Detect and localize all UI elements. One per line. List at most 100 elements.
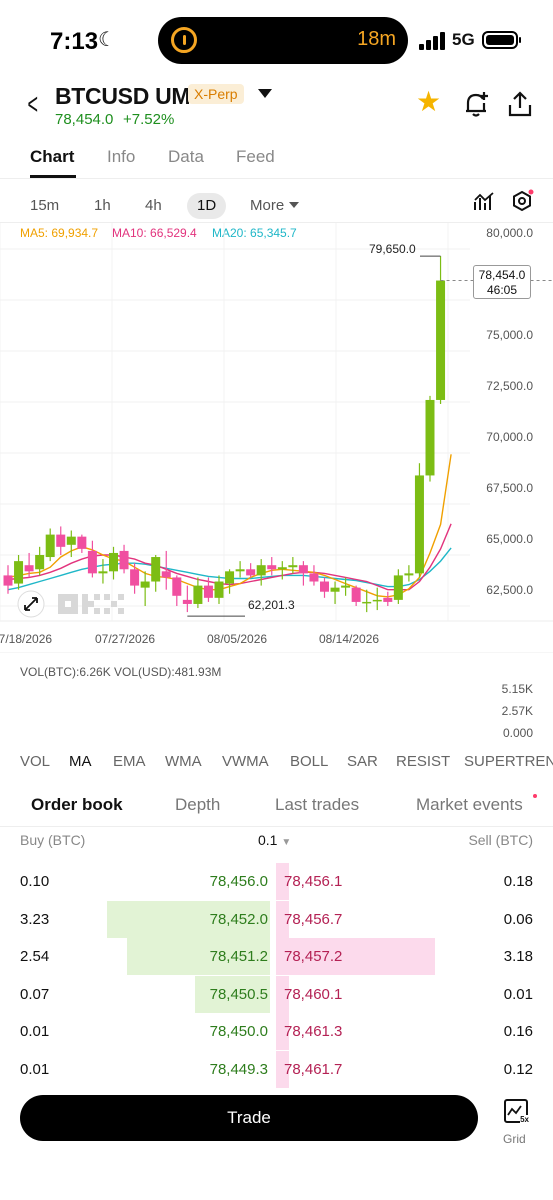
grid-bot-icon[interactable]: 5x bbox=[504, 1099, 529, 1124]
interval-15m[interactable]: 15m bbox=[30, 193, 59, 219]
indicator-boll[interactable]: BOLL bbox=[290, 753, 328, 770]
indicator-wma[interactable]: WMA bbox=[165, 753, 202, 770]
buy-quantity[interactable]: 0.07 bbox=[20, 986, 49, 1003]
y-tick: 70,000.0 bbox=[486, 430, 533, 444]
candle-body bbox=[225, 571, 235, 584]
y-tick: 65,000.0 bbox=[486, 532, 533, 546]
candle-countdown: 46:05 bbox=[486, 283, 518, 297]
sell-quantity[interactable]: 0.12 bbox=[504, 1061, 533, 1078]
candle-body bbox=[66, 536, 76, 545]
price-change: +7.52% bbox=[123, 111, 175, 128]
candle-body bbox=[267, 565, 277, 570]
sell-quantity[interactable]: 0.16 bbox=[504, 1023, 533, 1040]
indicator-ema[interactable]: EMA bbox=[113, 753, 146, 770]
buy-price[interactable]: 78,456.0 bbox=[210, 873, 268, 890]
indicator-supertrend[interactable]: SUPERTREND bbox=[464, 753, 553, 770]
candle-body bbox=[351, 587, 361, 602]
more-label: More bbox=[250, 197, 285, 214]
sell-header: Sell (BTC) bbox=[468, 832, 533, 848]
sell-quantity[interactable]: 3.18 bbox=[504, 948, 533, 965]
interval-more[interactable]: More bbox=[250, 193, 300, 219]
price-alert-icon[interactable] bbox=[463, 90, 489, 118]
candle-body bbox=[130, 569, 140, 586]
buy-price[interactable]: 78,450.0 bbox=[210, 1023, 268, 1040]
favorite-star-icon[interactable]: ★ bbox=[416, 88, 441, 116]
back-button[interactable]: < bbox=[28, 88, 39, 122]
interval-1d[interactable]: 1D bbox=[187, 193, 227, 219]
sell-quantity[interactable]: 0.01 bbox=[504, 986, 533, 1003]
tab-market-events[interactable]: Market events bbox=[416, 795, 523, 815]
candle-body bbox=[203, 585, 213, 598]
buy-price[interactable]: 78,452.0 bbox=[210, 911, 268, 928]
okx-watermark-logo bbox=[58, 594, 124, 614]
tab-feed[interactable]: Feed bbox=[236, 147, 275, 167]
indicator-settings-icon[interactable] bbox=[473, 190, 495, 212]
buy-header: Buy (BTC) bbox=[20, 832, 86, 848]
indicator-sar[interactable]: SAR bbox=[347, 753, 378, 770]
y-tick: 75,000.0 bbox=[486, 328, 533, 342]
dynamic-island[interactable]: 18m bbox=[158, 17, 408, 64]
candle-body bbox=[3, 575, 13, 586]
y-tick: 62,500.0 bbox=[486, 583, 533, 597]
activity-timer: 18m bbox=[357, 28, 396, 50]
buy-quantity[interactable]: 0.01 bbox=[20, 1023, 49, 1040]
buy-quantity[interactable]: 0.01 bbox=[20, 1061, 49, 1078]
buy-price[interactable]: 78,451.2 bbox=[210, 948, 268, 965]
tab-info[interactable]: Info bbox=[107, 147, 135, 167]
buy-quantity[interactable]: 0.10 bbox=[20, 873, 49, 890]
instrument-symbol[interactable]: BTCUSD UM bbox=[55, 83, 191, 110]
tab-depth[interactable]: Depth bbox=[175, 795, 220, 815]
sell-price[interactable]: 78,461.3 bbox=[284, 1023, 342, 1040]
candle-body bbox=[140, 581, 150, 588]
candle-body bbox=[235, 569, 245, 572]
indicator-vwma[interactable]: VWMA bbox=[222, 753, 269, 770]
sell-price[interactable]: 78,456.1 bbox=[284, 873, 342, 890]
candle-body bbox=[383, 597, 393, 602]
candle-body bbox=[77, 536, 87, 549]
more-caret-icon bbox=[289, 202, 300, 208]
candle-body bbox=[98, 571, 108, 574]
fullscreen-expand-icon[interactable] bbox=[17, 590, 45, 618]
candle-body bbox=[288, 565, 298, 568]
candle-body bbox=[182, 599, 192, 604]
instrument-dropdown-icon[interactable] bbox=[258, 89, 272, 98]
sell-price[interactable]: 78,461.7 bbox=[284, 1061, 342, 1078]
buy-quantity[interactable]: 3.23 bbox=[20, 911, 49, 928]
x-tick: 08/05/2026 bbox=[207, 632, 268, 646]
volume-legend: VOL(BTC):6.26K VOL(USD):481.93M bbox=[20, 665, 222, 679]
sell-quantity[interactable]: 0.18 bbox=[504, 873, 533, 890]
tab-order-book[interactable]: Order book bbox=[31, 795, 123, 815]
share-icon[interactable] bbox=[507, 90, 533, 118]
tab-last-trades[interactable]: Last trades bbox=[275, 795, 359, 815]
tab-data[interactable]: Data bbox=[168, 147, 204, 167]
candle-body bbox=[119, 550, 129, 570]
tab-chart[interactable]: Chart bbox=[30, 147, 74, 167]
indicator-ma[interactable]: MA bbox=[69, 753, 92, 770]
battery-icon bbox=[482, 31, 521, 49]
y-tick: 80,000.0 bbox=[486, 226, 533, 240]
buy-quantity[interactable]: 2.54 bbox=[20, 948, 49, 965]
indicator-vol[interactable]: VOL bbox=[20, 753, 50, 770]
sell-price[interactable]: 78,460.1 bbox=[284, 986, 342, 1003]
indicator-resist[interactable]: RESIST bbox=[396, 753, 450, 770]
sell-price[interactable]: 78,457.2 bbox=[284, 948, 342, 965]
candlestick-chart[interactable] bbox=[0, 223, 553, 653]
chart-settings-icon[interactable] bbox=[510, 189, 534, 213]
price-step-select[interactable]: 0.1 ▼ bbox=[258, 832, 291, 848]
sell-price[interactable]: 78,456.7 bbox=[284, 911, 342, 928]
trade-button[interactable]: Trade bbox=[20, 1095, 478, 1141]
candle-body bbox=[277, 567, 287, 570]
interval-1h[interactable]: 1h bbox=[94, 193, 111, 219]
sell-quantity[interactable]: 0.06 bbox=[504, 911, 533, 928]
x-tick: 08/14/2026 bbox=[319, 632, 380, 646]
buy-price[interactable]: 78,450.5 bbox=[210, 986, 268, 1003]
buy-price[interactable]: 78,449.3 bbox=[210, 1061, 268, 1078]
grid-badge: 5x bbox=[520, 1115, 529, 1124]
candle-body bbox=[330, 587, 340, 592]
high-price-label: 79,650.0 bbox=[369, 242, 416, 256]
candle-body bbox=[309, 573, 319, 582]
last-price-marker: 78,454.0 46:05 bbox=[473, 265, 531, 299]
y-tick: 72,500.0 bbox=[486, 379, 533, 393]
network-label: 5G bbox=[452, 30, 475, 49]
interval-4h[interactable]: 4h bbox=[145, 193, 162, 219]
